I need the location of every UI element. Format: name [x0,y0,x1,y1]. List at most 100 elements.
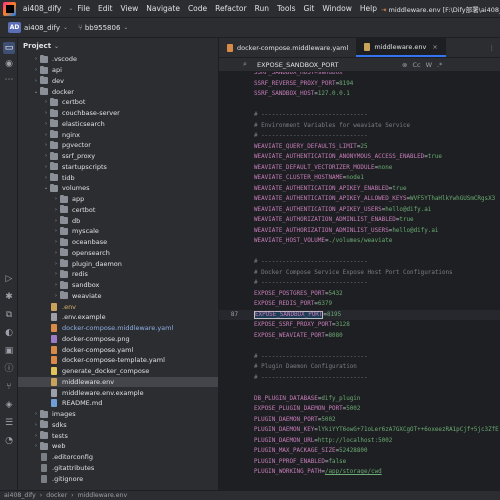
expand-toggle-icon[interactable]: › [52,228,60,234]
menu-run[interactable]: Run [251,4,273,13]
tree-file[interactable]: docker-compose.yaml [18,344,218,355]
expand-toggle-icon[interactable]: › [42,110,50,116]
tree-folder[interactable]: › couchbase-server [18,108,218,119]
tree-folder[interactable]: › app [18,194,218,205]
code-line[interactable] [219,383,500,394]
tree-folder[interactable]: › tests [18,430,218,441]
menu-tools[interactable]: Tools [273,4,299,13]
code-line[interactable]: # ------------------------------ [219,257,500,268]
whole-word-toggle[interactable]: W [426,61,432,69]
run-icon[interactable]: ▷ [3,273,15,285]
expand-toggle-icon[interactable]: › [32,56,40,62]
code-line[interactable]: EXPOSE_SSRF_PROXY_PORT=3128 [219,320,500,331]
code-line[interactable]: WEAVIATE_AUTHORIZATION_ADMINLIST_USERS=h… [219,226,500,237]
terminal-icon[interactable]: ▣ [3,345,15,357]
code-line[interactable]: DB_PLUGIN_DATABASE=dify_plugin [219,394,500,405]
tree-folder[interactable]: › weaviate [18,291,218,302]
tree-folder[interactable]: › nginx [18,129,218,140]
tree-folder[interactable]: › sdks [18,420,218,431]
expand-toggle-icon[interactable]: › [32,443,40,449]
code-line[interactable]: # Docker Compose Service Expose Host Por… [219,268,500,279]
expand-toggle-icon[interactable]: › [32,411,40,417]
tree-folder[interactable]: ⌄ docker [18,86,218,97]
tree-folder[interactable]: › images [18,409,218,420]
expand-toggle-icon[interactable]: › [32,422,40,428]
expand-toggle-icon[interactable]: › [52,207,60,213]
expand-toggle-icon[interactable]: ⌄ [42,185,50,191]
tree-folder[interactable]: › elasticsearch [18,119,218,130]
expand-toggle-icon[interactable]: › [52,293,60,299]
tree-file[interactable]: docker-compose.png [18,334,218,345]
tree-file[interactable]: generate_docker_compose [18,366,218,377]
tree-folder[interactable]: › sandbox [18,280,218,291]
tree-folder[interactable]: › ssrf_proxy [18,151,218,162]
menu-navigate[interactable]: Navigate [142,4,184,13]
editor-tab[interactable]: middleware.env × [356,38,446,57]
code-line[interactable]: WEAVIATE_AUTHENTICATION_APIKEY_USERS=hel… [219,205,500,216]
tree-folder[interactable]: › dev [18,76,218,87]
code-line[interactable]: EXPOSE_POSTGRES_PORT=5432 [219,289,500,300]
folder-icon[interactable]: ▭ [3,42,15,54]
todo-icon[interactable]: ☰ [3,417,15,429]
expand-toggle-icon[interactable]: › [42,132,50,138]
tree-file[interactable]: .env.example [18,312,218,323]
code-line[interactable]: # ------------------------------ [219,278,500,289]
find-input[interactable]: EXPOSE_SANDBOX_PORT [257,61,397,69]
problems-icon[interactable]: ⓘ [3,363,15,375]
tree-folder[interactable]: › certbot [18,97,218,108]
expand-toggle-icon[interactable]: › [52,282,60,288]
tree-file[interactable]: .gitignore [18,473,218,484]
menu-view[interactable]: View [116,4,142,13]
expand-toggle-icon[interactable]: › [52,196,60,202]
code-line[interactable]: # ------------------------------ [219,131,500,142]
code-line[interactable]: WEAVIATE_AUTHENTICATION_APIKEY_ENABLED=t… [219,184,500,195]
menu-git[interactable]: Git [299,4,318,13]
menu-edit[interactable]: Edit [94,4,117,13]
git-icon[interactable]: ⑂ [3,381,15,393]
code-line[interactable]: # Environment Variables for weaviate Ser… [219,121,500,132]
expand-toggle-icon[interactable]: › [32,67,40,73]
tree-folder[interactable]: › api [18,65,218,76]
menu-window[interactable]: Window [318,4,356,13]
tree-file[interactable]: docker-compose.middleware.yaml [18,323,218,334]
tree-file[interactable]: middleware.env.example [18,387,218,398]
clear-icon[interactable]: ⊗ [402,61,407,69]
menu-file[interactable]: File [73,4,94,13]
more-icon[interactable]: ⋯ [3,74,15,86]
commit-icon[interactable]: ◉ [3,58,15,70]
code-line[interactable]: WEAVIATE_DEFAULT_VECTORIZER_MODULE=none [219,163,500,174]
tree-file[interactable]: .gitattributes [18,463,218,474]
breadcrumb-item[interactable]: ai408_dify [4,492,36,499]
expand-toggle-icon[interactable]: › [42,164,50,170]
tree-file[interactable]: docker-compose-template.yaml [18,355,218,366]
more-tabs-icon[interactable]: ⋮ [484,38,500,57]
database-icon[interactable]: ◐ [3,327,15,339]
code-line[interactable]: PLUGIN_WORKING_PATH=/app/storage/cwd [219,467,500,478]
services-icon[interactable]: ⧉ [3,309,15,321]
tree-folder[interactable]: › certbot [18,205,218,216]
expand-toggle-icon[interactable]: › [52,239,60,245]
expand-toggle-icon[interactable]: › [32,433,40,439]
expand-toggle-icon[interactable]: › [52,261,60,267]
code-line[interactable]: WEAVIATE_QUERY_DEFAULTS_LIMIT=25 [219,142,500,153]
regex-toggle[interactable]: .* [437,61,442,69]
tree-folder[interactable]: ⌄ volumes [18,183,218,194]
expand-toggle-icon[interactable]: › [42,121,50,127]
code-line[interactable]: EXPOSE_REDIS_PORT=6379 [219,299,500,310]
tree-file[interactable]: middleware.env [18,376,218,388]
expand-toggle-icon[interactable]: › [42,175,50,181]
match-case-toggle[interactable]: Cc [412,61,420,69]
menu-code[interactable]: Code [184,4,211,13]
code-line[interactable]: PLUGIN_DAEMON_PORT=5002 [219,415,500,426]
code-line[interactable] [219,247,500,258]
expand-toggle-icon[interactable]: › [42,99,50,105]
editor-tab[interactable]: docker-compose.middleware.yaml [219,38,356,57]
tree-folder[interactable]: › pgvector [18,140,218,151]
code-line[interactable]: # ------------------------------ [219,352,500,363]
code-line[interactable]: PLUGIN_PPROF_ENABLED=false [219,457,500,468]
code-line[interactable]: # ------------------------------ [219,110,500,121]
tree-folder[interactable]: › plugin_daemon [18,258,218,269]
tree-folder[interactable]: › tidb [18,172,218,183]
code-line[interactable]: PLUGIN_DAEMON_URL=http://localhost:5002 [219,436,500,447]
code-line[interactable]: 87 EXPOSE_SANDBOX_PORT=8195 [219,309,500,320]
